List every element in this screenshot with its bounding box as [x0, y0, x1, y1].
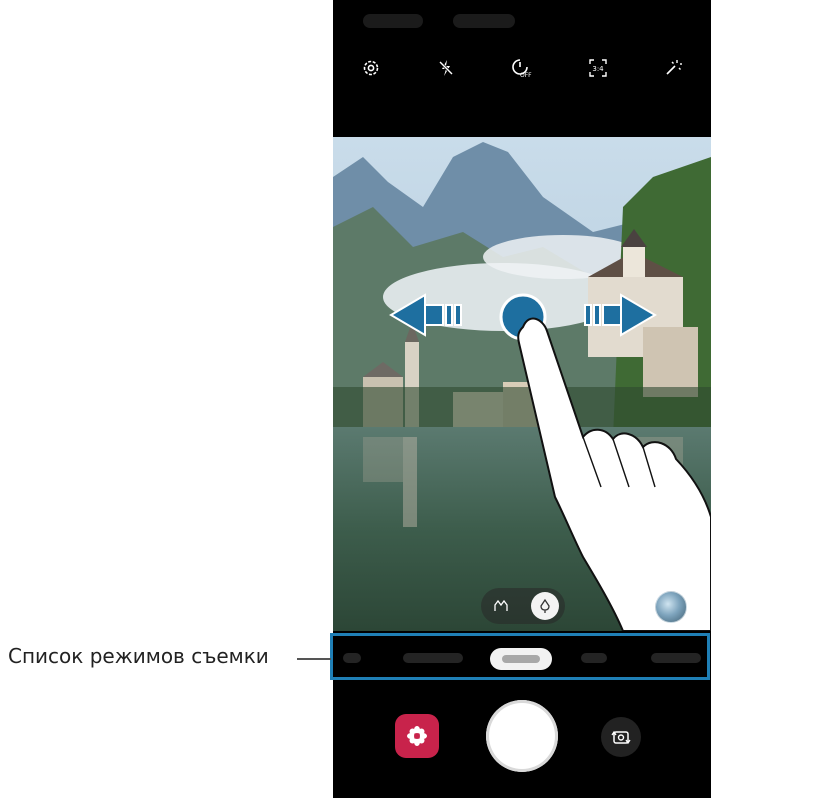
switch-camera-icon[interactable]: [601, 717, 641, 757]
lens-toggle: [481, 588, 565, 624]
wide-angle-icon[interactable]: [487, 592, 515, 620]
status-bar-blur-left: [363, 14, 423, 28]
callout-label: Список режимов съемки: [8, 644, 269, 668]
shutter-icon[interactable]: [486, 700, 558, 772]
aspect-ratio-text: 3:4: [592, 65, 604, 73]
arrow-right-icon: [584, 293, 657, 337]
bixby-vision-flower-icon[interactable]: [395, 714, 439, 758]
filters-icon[interactable]: [658, 53, 688, 83]
swipe-gesture-icon: [389, 293, 711, 631]
timer-off-icon[interactable]: OFF: [507, 53, 537, 83]
status-bar-blur-right: [453, 14, 515, 28]
viewfinder[interactable]: [333, 137, 711, 631]
timer-off-text: OFF: [520, 72, 532, 79]
mode-list-highlight: [330, 633, 710, 680]
aspect-ratio-icon[interactable]: 3:4: [583, 53, 613, 83]
settings-icon[interactable]: [356, 53, 386, 83]
arrow-left-icon: [389, 293, 462, 337]
camera-toolbar: OFF 3:4: [333, 52, 711, 84]
flash-off-icon[interactable]: [431, 53, 461, 83]
single-lens-icon[interactable]: [531, 592, 559, 620]
callout-leader-line: [297, 658, 331, 660]
effect-preview-icon[interactable]: [655, 591, 687, 623]
